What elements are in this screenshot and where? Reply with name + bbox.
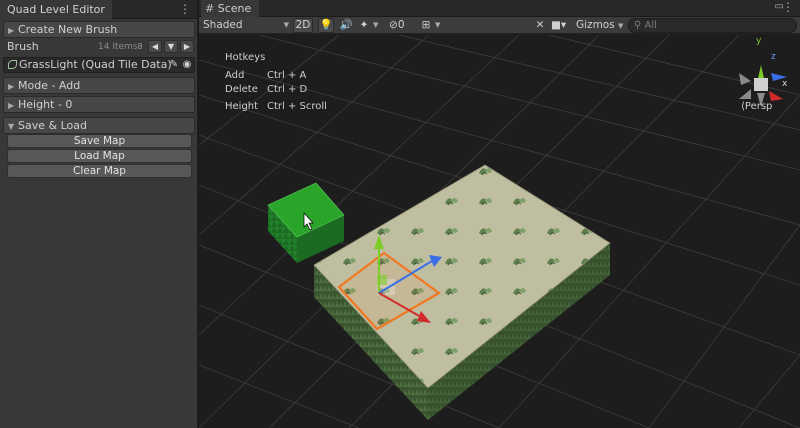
hidden-count: 0 — [397, 19, 405, 31]
shading-mode-value: Shaded — [203, 19, 243, 31]
gizmos-dropdown-arrow-icon: ▼ — [618, 22, 624, 30]
foldout-right-icon: ▶ — [8, 101, 15, 110]
level-editor-tab[interactable]: Quad Level Editor — [0, 0, 112, 19]
brush-index: 8 — [137, 42, 143, 51]
hidden-eye-icon: ⊘ — [389, 19, 398, 31]
brush-count: 14 Items — [98, 42, 138, 52]
mode-foldout[interactable]: ▶ Mode - Add — [3, 77, 195, 94]
create-brush-label: Create New Brush — [18, 23, 118, 36]
level-editor-tabbar: Quad Level Editor ⋮ — [0, 0, 197, 19]
hotkey-keys: Ctrl + D — [267, 84, 308, 95]
load-map-button[interactable]: Load Map — [7, 149, 192, 163]
brush-next-button[interactable]: ▶ — [180, 40, 194, 53]
foldout-down-icon: ▼ — [8, 122, 15, 131]
scene-tabbar: # Scene ⋮ ▭ — [199, 0, 800, 17]
foldout-right-icon: ▶ — [8, 82, 15, 91]
save-load-foldout[interactable]: ▼ Save & Load — [3, 117, 195, 134]
lighting-toggle-icon[interactable]: 💡 — [318, 18, 334, 33]
brush-label: Brush — [7, 40, 39, 53]
scene-grid-icon: # — [205, 2, 215, 15]
hotkey-action: Delete — [225, 84, 258, 95]
hotkey-keys: Ctrl + Scroll — [267, 101, 327, 112]
clear-map-button[interactable]: Clear Map — [7, 164, 192, 178]
brush-object-field[interactable]: GrassLight (Quad Tile Data) ✎ ◉ — [3, 57, 195, 73]
shading-mode-dropdown[interactable]: Shaded ▼ — [203, 18, 289, 33]
create-brush-foldout[interactable]: ▶ Create New Brush — [3, 21, 195, 38]
quad-tile-data-icon — [8, 60, 17, 69]
search-placeholder: All — [644, 20, 657, 31]
maximize-icon[interactable]: ▭ — [775, 0, 784, 14]
save-load-label: Save & Load — [18, 119, 87, 132]
effects-dropdown-icon[interactable]: ▼ — [373, 18, 383, 33]
save-map-button[interactable]: Save Map — [7, 134, 192, 148]
axis-label-z: z — [771, 52, 776, 62]
camera-settings-icon[interactable]: ■▾ — [551, 18, 573, 33]
perspective-toggle[interactable]: ⟨Persp — [741, 101, 772, 112]
hotkey-action: Height — [225, 101, 259, 112]
level-editor-panel: Quad Level Editor ⋮ ▶ Create New Brush Br… — [0, 0, 198, 428]
brush-field-value: GrassLight (Quad Tile Data) — [19, 58, 172, 71]
height-foldout[interactable]: ▶ Height - 0 — [3, 96, 195, 113]
brush-row: Brush 14 Items 8 ◀ ▼ ▶ — [3, 40, 195, 54]
gizmos-label: Gizmos — [576, 19, 615, 31]
brush-prev-button[interactable]: ◀ — [148, 40, 162, 53]
foldout-right-icon: ▶ — [8, 26, 15, 35]
grid-dropdown-icon[interactable]: ▼ — [435, 18, 445, 33]
toggle-2d-button[interactable]: 2D — [293, 18, 313, 33]
hotkeys-title: Hotkeys — [225, 52, 266, 63]
axis-label-x: x — [782, 79, 788, 89]
dropdown-arrow-icon: ▼ — [283, 21, 289, 29]
scene-toolbar: Shaded ▼ 2D 💡 🔊 ✦ ▼ ⊘0 ⊞ ▼ ✕ ■▾ Gizmos ▼… — [199, 17, 800, 34]
axis-label-y: y — [756, 36, 762, 46]
scene-tab[interactable]: # Scene — [201, 0, 259, 17]
search-icon: ⚲ — [634, 20, 642, 31]
edit-pencil-icon[interactable]: ✎ — [168, 59, 180, 71]
object-picker-icon[interactable]: ◉ — [181, 59, 193, 71]
effects-toggle-icon[interactable]: ✦ — [357, 18, 371, 33]
tools-icon[interactable]: ✕ — [533, 18, 547, 33]
height-label: Height - 0 — [18, 98, 73, 111]
hotkey-keys: Ctrl + A — [267, 70, 307, 81]
audio-toggle-icon[interactable]: 🔊 — [339, 18, 353, 33]
grid-snap-icon[interactable]: ⊞ — [419, 18, 433, 33]
scene-viewport[interactable]: Hotkeys Add Ctrl + A Delete Ctrl + D Hei… — [199, 35, 800, 428]
gizmos-dropdown[interactable]: Gizmos ▼ — [576, 18, 626, 33]
brush-dropdown-button[interactable]: ▼ — [164, 40, 178, 53]
persp-label: Persp — [744, 101, 773, 112]
scene-tab-label: Scene — [217, 2, 252, 15]
hotkey-action: Add — [225, 70, 245, 81]
mode-label: Mode - Add — [18, 79, 81, 92]
scene-panel: # Scene ⋮ ▭ Shaded ▼ 2D 💡 🔊 ✦ ▼ ⊘0 ⊞ ▼ ✕… — [199, 0, 800, 428]
panel-menu-icon[interactable]: ⋮ — [179, 2, 191, 16]
scene-search-input[interactable]: ⚲ All — [628, 18, 797, 33]
scene-visibility-toggle[interactable]: ⊘0 — [389, 18, 417, 33]
